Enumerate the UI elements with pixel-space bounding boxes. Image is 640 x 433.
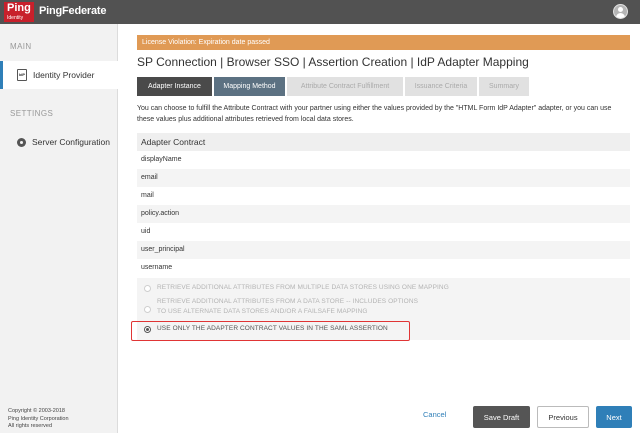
option-label: RETRIEVE ADDITIONAL ATTRIBUTES FROM MULT… (157, 284, 449, 291)
sidebar-item-label: Identity Provider (33, 70, 95, 80)
radio-multiple-data-stores[interactable] (144, 285, 151, 292)
radio-single-data-store[interactable] (144, 306, 151, 313)
top-bar: Ping Identity PingFederate (0, 0, 640, 24)
sidebar-item-label: Server Configuration (32, 137, 110, 147)
highlight-box (131, 321, 410, 341)
description-text: You can choose to fulfill the Attribute … (137, 105, 612, 123)
copyright-line: Copyright © 2003-2018 (8, 408, 65, 414)
sidebar-section-settings: SETTINGS (10, 109, 54, 118)
attribute-row: email (137, 169, 630, 187)
copyright-line: All rights reserved (8, 423, 53, 429)
logo-mark: Ping (7, 2, 31, 14)
attribute-row: username (137, 259, 630, 277)
adapter-contract-heading: Adapter Contract (137, 133, 630, 151)
next-button[interactable]: Next (596, 406, 632, 428)
tab-attribute-contract-fulfillment: Attribute Contract Fulfillment (287, 77, 403, 96)
sidebar-item-server-configuration[interactable]: Server Configuration (0, 128, 118, 156)
attribute-row: policy.action (137, 205, 630, 223)
attribute-row: displayName (137, 151, 630, 169)
sidebar: MAIN IdP Identity Provider SETTINGS Serv… (0, 24, 118, 433)
tab-issuance-criteria: Issuance Criteria (405, 77, 477, 96)
attribute-row: uid (137, 223, 630, 241)
tab-mapping-method[interactable]: Mapping Method (214, 77, 285, 96)
tab-adapter-instance[interactable]: Adapter Instance (137, 77, 212, 96)
save-draft-button[interactable]: Save Draft (473, 406, 530, 428)
cancel-button[interactable]: Cancel (423, 410, 446, 419)
user-icon[interactable] (613, 4, 628, 19)
logo-sub: Identity (7, 15, 24, 21)
option-label-line: RETRIEVE ADDITIONAL ATTRIBUTES FROM A DA… (157, 298, 419, 305)
option-label: RETRIEVE ADDITIONAL ATTRIBUTES FROM A DA… (157, 297, 418, 317)
idp-icon: IdP (17, 69, 27, 81)
sidebar-item-identity-provider[interactable]: IdP Identity Provider (0, 61, 118, 89)
sidebar-section-main: MAIN (10, 42, 32, 51)
license-warning-banner: License Violation: Expiration date passe… (137, 35, 630, 50)
previous-button[interactable]: Previous (537, 406, 589, 428)
tab-summary: Summary (479, 77, 529, 96)
wizard-tabs: Adapter Instance Mapping Method Attribut… (137, 77, 531, 96)
ping-logo: Ping Identity (4, 2, 34, 22)
attribute-row: user_principal (137, 241, 630, 259)
copyright-line: Ping Identity Corporation (8, 415, 69, 422)
attribute-row: mail (137, 187, 630, 205)
page-title-breadcrumb: SP Connection | Browser SSO | Assertion … (137, 55, 529, 69)
gear-icon (17, 137, 26, 147)
product-name: PingFederate (39, 5, 107, 17)
copyright: Copyright © 2003-2018 Ping Identity Corp… (8, 408, 69, 431)
option-label-line: TO USE ALTERNATE DATA STORES AND/OR A FA… (157, 308, 368, 315)
